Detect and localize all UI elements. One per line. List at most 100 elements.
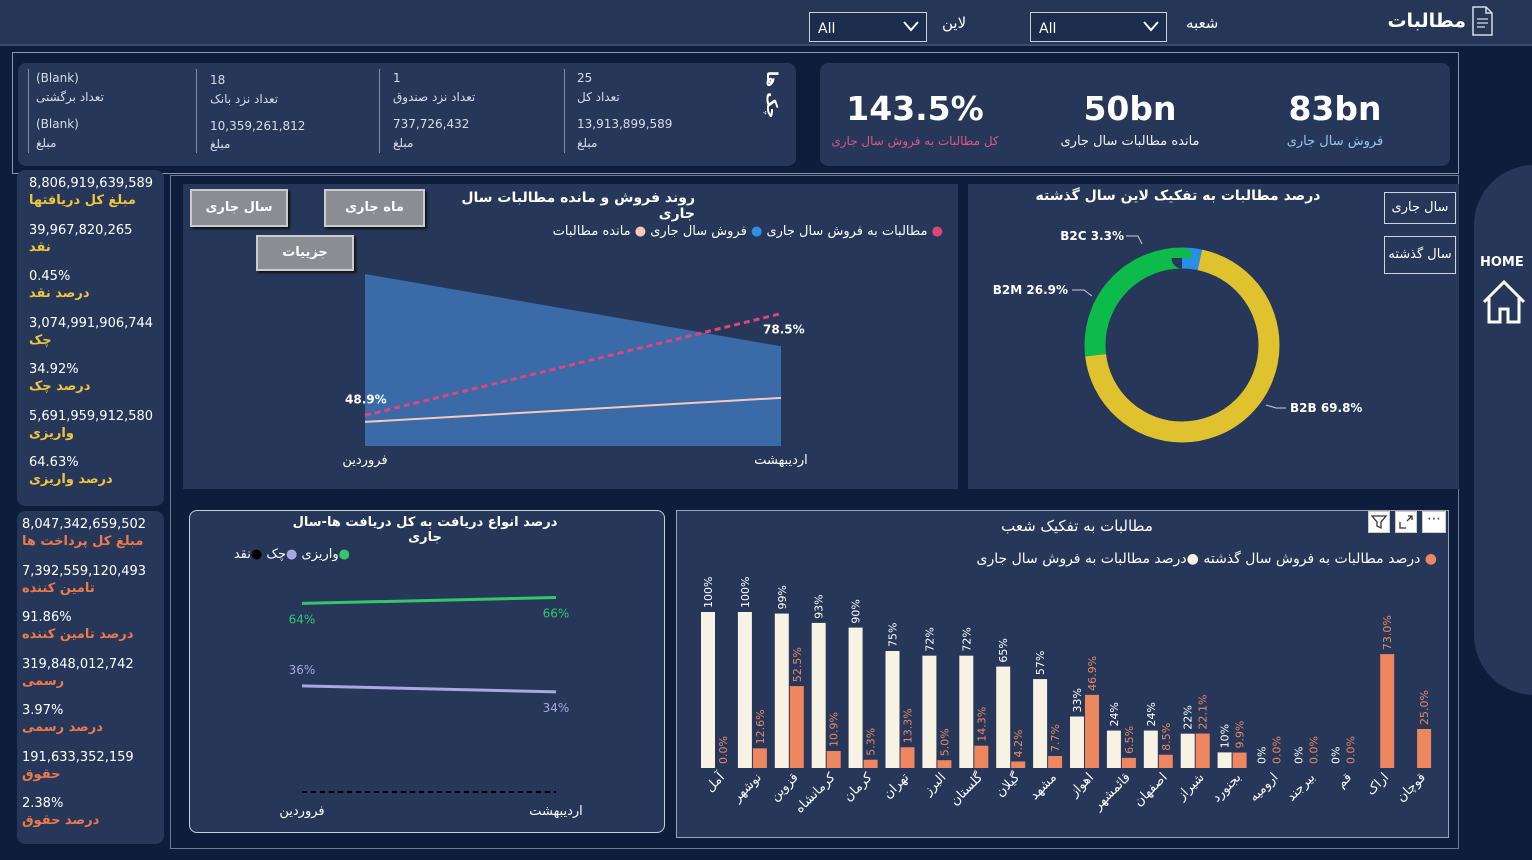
bar-last (1085, 694, 1099, 768)
receipt-label: درصد نقد (29, 286, 90, 301)
bar-label-current: 75% (887, 623, 900, 647)
side-current-year-button[interactable]: سال جاری (1384, 192, 1456, 224)
receipt-item: 5,691,959,912,580 واریزی (29, 409, 164, 456)
payment-item: 3.97% درصد رسمی (22, 703, 164, 750)
bar-label-last: 73.0% (1381, 615, 1394, 650)
bar-current (1070, 716, 1084, 768)
data-label: 64% (289, 612, 316, 626)
cheque-cashbox-amount: 737,726,432 (393, 117, 470, 131)
receipts-panel: 8,806,919,639,589 مبلغ کل دریافتها 39,967,… (17, 170, 164, 506)
bar-label-last: 8.5% (1160, 723, 1173, 751)
bar-label-last: 7.7% (1049, 724, 1062, 752)
side-last-year-button[interactable]: سال گذشته (1384, 236, 1456, 274)
cheque-returned-amount: (Blank) (36, 117, 79, 131)
divider (196, 69, 197, 153)
cheque-bank-amount-label: مبلغ (210, 137, 231, 151)
x-tick-label: شیراز (1174, 770, 1208, 804)
bar-label-last: 46.9% (1086, 656, 1099, 691)
x-tick-label: نوشهر (729, 770, 765, 806)
x-tick-label: قوچان (1394, 770, 1429, 805)
payment-item: 319,848,012,742 رسمی (22, 657, 164, 704)
cheque-bank-count: 18 (210, 73, 226, 87)
bar-label-current: 65% (997, 638, 1010, 662)
bar-label-last: 10.9% (828, 712, 841, 747)
kpi-remaining: 50bn مانده مطالبات سال جاری (1030, 89, 1230, 149)
line-dropdown[interactable]: All (809, 12, 927, 42)
bar-label-current: 22% (1182, 705, 1195, 729)
chevron-down-icon (1143, 21, 1159, 32)
line-dropdown-value: All (818, 21, 836, 37)
receipt-label: مبلغ کل دریافتها (29, 193, 136, 208)
bar-last (1048, 755, 1063, 768)
cheques-title: چک ها (763, 71, 781, 119)
leader-line (1126, 235, 1143, 245)
bar-label-current: 24% (1108, 702, 1121, 726)
branch-dropdown[interactable]: All (1030, 12, 1167, 42)
bar-last (1417, 729, 1432, 768)
bar-label-last: 9.9% (1234, 721, 1247, 749)
payment-label: رسمی (22, 673, 65, 689)
bar-label-last: 0.0% (1271, 736, 1284, 764)
payment-label: مبلغ کل پرداخت ها (22, 534, 144, 549)
bar-label-current: 72% (923, 627, 936, 651)
x-tick-label: مشهد (1027, 770, 1060, 803)
payment-value: 3.97% (22, 703, 64, 718)
cheque-cashbox-amount-label: مبلغ (393, 136, 414, 150)
x-tick-label: قائمشهر (1090, 770, 1134, 814)
cheque-total-amount-label: مبلغ (577, 136, 598, 150)
home-icon[interactable] (1480, 278, 1528, 326)
payments-panel: 8,047,342,659,502 مبلغ کل پرداخت ها 7,392,… (17, 511, 164, 844)
receipt-label: درصد واریزی (29, 472, 113, 487)
cheque-cashbox-count: 1 (393, 71, 401, 85)
x-tick-label: آمل (701, 768, 728, 795)
bar-last (826, 750, 841, 768)
x-tick-label: اردیبهشت (754, 453, 808, 468)
x-tick-label: اصفهان (1131, 770, 1170, 809)
receipt-label: نقد (29, 239, 51, 255)
ratio-label: 48.9% (345, 392, 387, 406)
kpi-ratio-value: 143.5% (846, 89, 984, 128)
kpi-ratio: 143.5% کل مطالبات به فروش سال جاری (820, 89, 1010, 148)
divider (564, 69, 565, 153)
bar-current (996, 666, 1011, 768)
bar-current (848, 627, 863, 768)
x-tick-label: البرز (920, 770, 949, 799)
bar-current (1217, 752, 1232, 768)
bar-label-current: 90% (850, 599, 863, 623)
cheque-bank-amount: 10,359,261,812 (210, 119, 306, 133)
cheque-returned-count: (Blank) (36, 71, 79, 85)
branch-dropdown-value: All (1039, 21, 1057, 37)
bar-last (863, 759, 878, 768)
bar-current (737, 612, 752, 768)
bar-last (1380, 654, 1395, 768)
bar-label-last: 0.0% (717, 736, 730, 764)
receipt-item: 64.63% درصد واریزی (29, 455, 164, 502)
payment-value: 319,848,012,742 (22, 656, 134, 672)
bar-last (1158, 754, 1173, 768)
payment-label: درصد حقوق (22, 813, 100, 828)
bar-label-last: 13.3% (902, 708, 915, 743)
x-tick-label: اردیبهشت (529, 804, 583, 819)
receipt-value: 64.63% (29, 455, 79, 470)
receipt-item: 3,074,991,906,744 چک (29, 316, 164, 363)
bar-label-current: 10% (1219, 724, 1232, 748)
bar-label-last: 22.1% (1197, 695, 1210, 730)
receipt-types-plot: 64% 66% 36% 34% فروردین اردیبهشت (279, 596, 583, 819)
bar-current (959, 655, 974, 768)
bar-label-last: 5.0% (938, 728, 951, 756)
cheques-card: چک ها 25 تعداد کل 13,913,899,589 مبلغ 1 … (18, 63, 796, 166)
trend-chart-plot: 48.9% 78.5% فروردین اردیبهشت (342, 274, 808, 468)
bar-current (811, 622, 826, 768)
bar-last (1121, 757, 1136, 768)
bar-current (1143, 730, 1158, 768)
payment-label: درصد رسمی (22, 720, 103, 735)
x-tick-label: گیلان (992, 769, 1023, 800)
bar-label-last: 4.2% (1012, 729, 1025, 757)
cheque-total-label: تعداد کل (577, 90, 620, 104)
x-tick-label: اهواز (1066, 770, 1096, 800)
receipt-value: 3,074,991,906,744 (29, 315, 154, 331)
receipt-value: 34.92% (29, 362, 79, 377)
bar-last (937, 760, 952, 768)
receipt-types-panel: درصد انواع دریافت به کل دریافت ها-سال جا… (189, 510, 665, 833)
bar-last (974, 745, 989, 768)
